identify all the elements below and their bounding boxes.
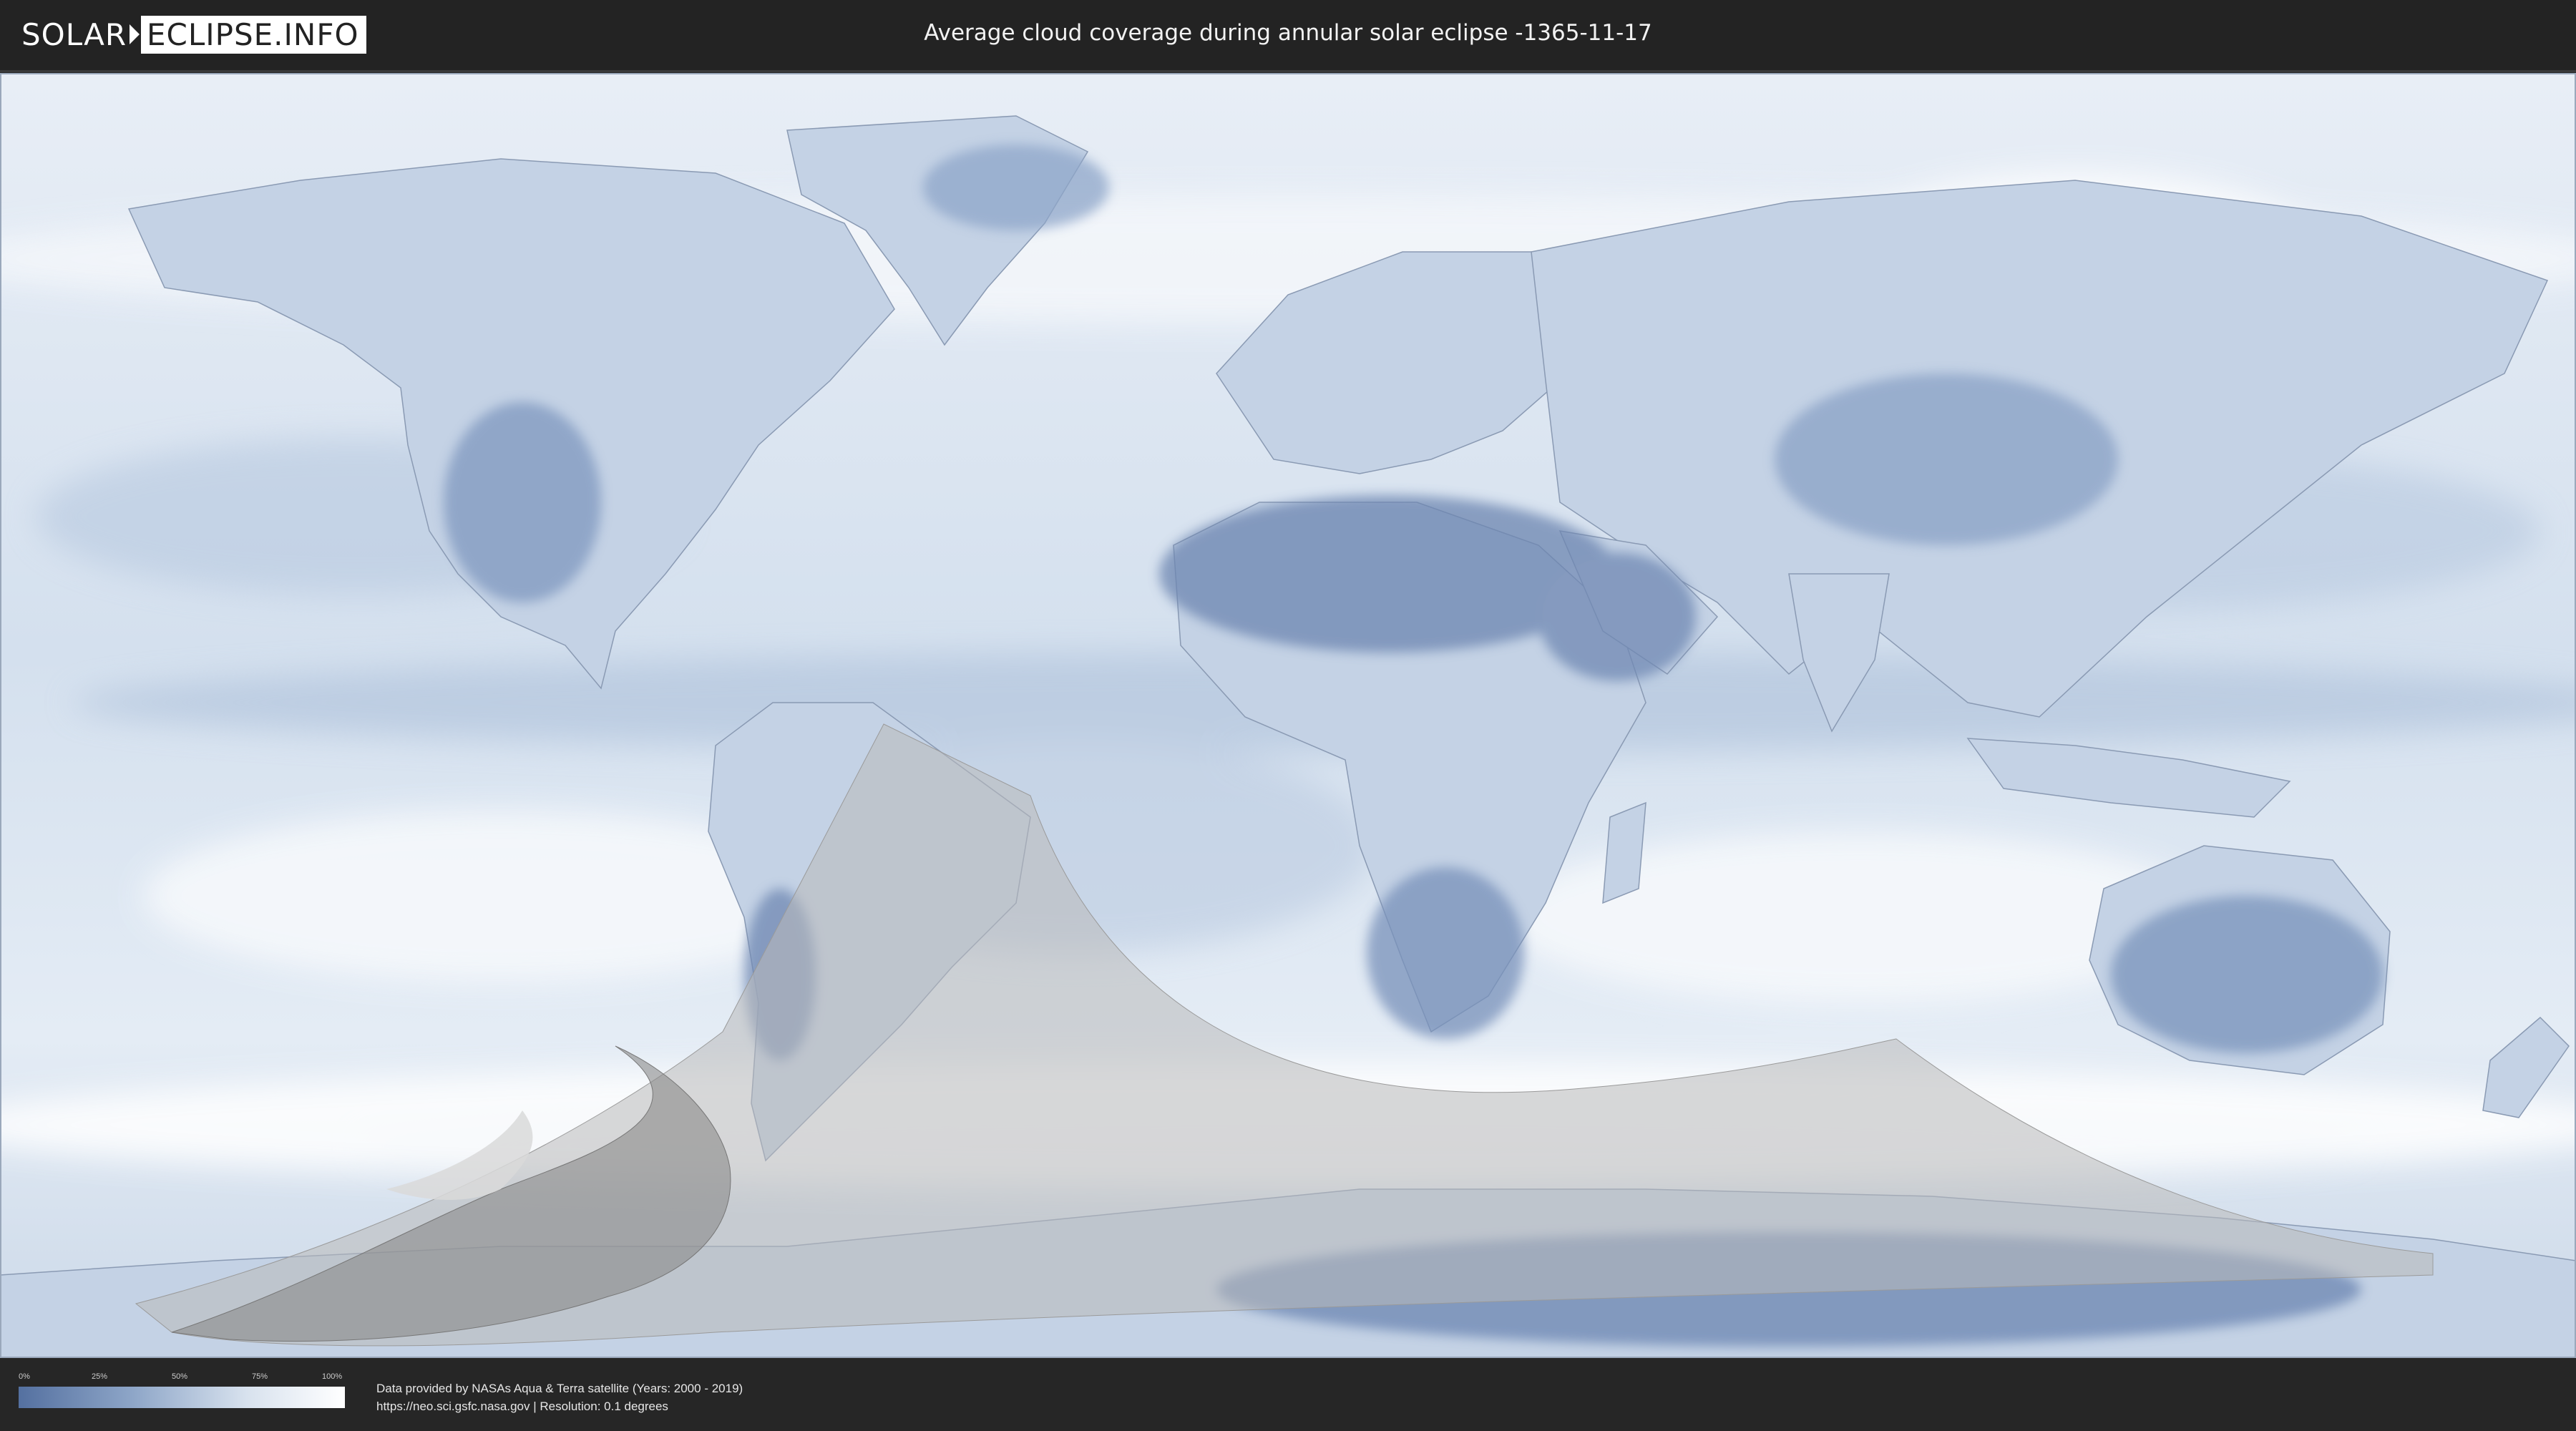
- southwest-us-clear: [444, 402, 601, 602]
- map-svg: [0, 73, 2576, 1358]
- legend-tick-75: 75%: [252, 1372, 268, 1381]
- cloud-coverage-legend: 0% 25% 50% 75% 100%: [19, 1372, 345, 1408]
- legend-tick-100: 100%: [322, 1372, 343, 1381]
- legend-gradient-bar: [19, 1387, 345, 1408]
- cloud-coverage-map[interactable]: [0, 73, 2576, 1358]
- southern-africa-clear: [1367, 867, 1524, 1039]
- legend-tick-50: 50%: [172, 1372, 188, 1381]
- australia-clear: [2111, 896, 2383, 1053]
- credits-line-source: Data provided by NASAs Aqua & Terra sate…: [376, 1382, 743, 1395]
- arabia-clear: [1538, 552, 1696, 681]
- greenland-clear: [923, 145, 1109, 230]
- tibet-clear: [1775, 373, 2118, 545]
- page-title: Average cloud coverage during annular so…: [924, 20, 1652, 46]
- legend-tick-0: 0%: [19, 1372, 30, 1381]
- legend-ticks: 0% 25% 50% 75% 100%: [19, 1372, 345, 1387]
- footer-bar: 0% 25% 50% 75% 100% Data provided by NAS…: [0, 1358, 2576, 1431]
- legend-tick-25: 25%: [92, 1372, 108, 1381]
- header-bar: SOLAR ECLIPSE.INFO Average cloud coverag…: [0, 0, 2576, 72]
- data-credits: Data provided by NASAs Aqua & Terra sate…: [376, 1379, 743, 1415]
- credits-line-url[interactable]: https://neo.sci.gsfc.nasa.gov | Resoluti…: [376, 1397, 743, 1415]
